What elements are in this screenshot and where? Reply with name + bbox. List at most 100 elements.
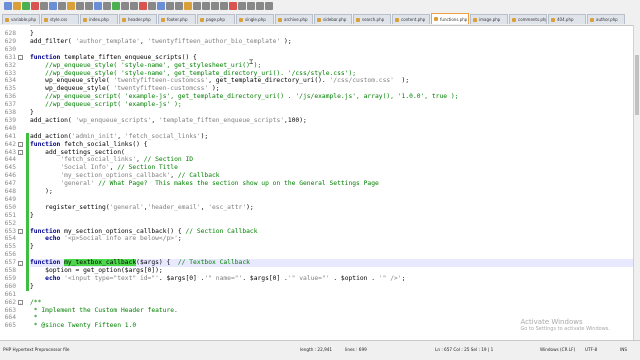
- file-tab[interactable]: style.css: [41, 14, 79, 24]
- code-line[interactable]: );: [30, 188, 634, 196]
- activate-windows-watermark: Activate Windows Go to Settings to activ…: [520, 318, 610, 332]
- code-line[interactable]: function my_section_options_callback() {…: [30, 228, 634, 236]
- fold-toggle-icon[interactable]: -: [18, 142, 23, 148]
- toolbar-button-icon[interactable]: [148, 2, 156, 10]
- code-line[interactable]: $option = get_option($args[0]);: [30, 267, 634, 275]
- toolbar-button-icon[interactable]: [58, 2, 66, 10]
- code-line[interactable]: }: [30, 30, 634, 38]
- toolbar-button-icon[interactable]: [49, 2, 57, 10]
- file-tab[interactable]: footer.php: [158, 14, 196, 24]
- toolbar-button-icon[interactable]: [85, 2, 93, 10]
- file-tab[interactable]: sidebar.php: [314, 14, 352, 24]
- file-tab[interactable]: page.php: [197, 14, 235, 24]
- file-tab[interactable]: archive.php: [275, 14, 313, 24]
- code-line[interactable]: 'general' // What Page? This makes the s…: [30, 180, 634, 188]
- toolbar-button-icon[interactable]: [256, 2, 264, 10]
- toolbar-button-icon[interactable]: [4, 2, 12, 10]
- toolbar-button-icon[interactable]: [193, 2, 201, 10]
- toolbar-button-icon[interactable]: [76, 2, 84, 10]
- file-tab[interactable]: functions.php: [431, 13, 469, 24]
- code-line[interactable]: add_settings_section(: [30, 149, 634, 157]
- toolbar-button-icon[interactable]: [130, 2, 138, 10]
- code-line[interactable]: /**: [30, 299, 634, 307]
- code-line[interactable]: * Implement the Custom Header feature.: [30, 307, 634, 315]
- file-tab[interactable]: image.php: [470, 14, 508, 24]
- code-line[interactable]: }: [30, 212, 634, 220]
- file-tab[interactable]: content.php: [392, 14, 430, 24]
- code-line[interactable]: add_filter( 'author_template', 'twentyfi…: [30, 38, 634, 46]
- fold-toggle-icon[interactable]: -: [18, 150, 23, 156]
- toolbar-button-icon[interactable]: [40, 2, 48, 10]
- file-tab-label: 404.php: [557, 17, 574, 22]
- code-line[interactable]: 'Social Info', // Section Title: [30, 164, 634, 172]
- toolbar-button-icon[interactable]: [265, 2, 273, 10]
- file-tab-label: variable.php: [11, 17, 37, 22]
- line-number: 660: [4, 282, 16, 290]
- fold-toggle-icon[interactable]: -: [18, 260, 23, 267]
- file-tab[interactable]: comments.php: [509, 14, 547, 24]
- toolbar-button-icon[interactable]: [121, 2, 129, 10]
- code-line[interactable]: //wp_dequeue_script( 'example-js' );: [30, 101, 634, 109]
- toolbar-button-icon[interactable]: [13, 2, 21, 10]
- toolbar-button-icon[interactable]: [139, 2, 147, 10]
- file-tab[interactable]: header.php: [119, 14, 157, 24]
- toolbar-button-icon[interactable]: [220, 2, 228, 10]
- toolbar-button-icon[interactable]: [211, 2, 219, 10]
- toolbar-button-icon[interactable]: [103, 2, 111, 10]
- vertical-scrollbar[interactable]: [633, 25, 640, 341]
- fold-toggle-icon[interactable]: -: [18, 55, 23, 61]
- file-tabs: variable.php style.css index.php header.php…: [0, 13, 640, 25]
- code-line[interactable]: [30, 125, 634, 133]
- watermark-subtitle: Go to Settings to activate Windows.: [520, 326, 610, 332]
- code-line[interactable]: [30, 220, 634, 228]
- code-line[interactable]: echo '<input type="text" id="'. $args[0]…: [30, 275, 634, 283]
- toolbar-button-icon[interactable]: [202, 2, 210, 10]
- mouse-cursor-icon: ⌶: [249, 58, 254, 66]
- code-line[interactable]: //wp_enqueue_script( 'example-js', get_t…: [30, 93, 634, 101]
- toolbar-button-icon[interactable]: [94, 2, 102, 10]
- line-number: 649: [4, 195, 16, 203]
- file-tab[interactable]: single.php: [236, 14, 274, 24]
- code-line[interactable]: }: [30, 243, 634, 251]
- toolbar-button-icon[interactable]: [247, 2, 255, 10]
- toolbar-button-icon[interactable]: [238, 2, 246, 10]
- code-line[interactable]: 'my_section_options_callback', // Callba…: [30, 172, 634, 180]
- toolbar-button-icon[interactable]: [166, 2, 174, 10]
- code-line[interactable]: add_action('admin_init', 'fetch_social_l…: [30, 133, 634, 141]
- line-number: 665: [4, 322, 16, 330]
- file-tab[interactable]: 404.php: [548, 14, 586, 24]
- code-line[interactable]: function fetch_social_links() {: [30, 141, 634, 149]
- code-line[interactable]: function my_textbox_callback($args) { //…: [30, 259, 634, 267]
- file-tab[interactable]: variable.php: [2, 14, 40, 24]
- toolbar-button-icon[interactable]: [229, 2, 237, 10]
- code-line[interactable]: echo '<p>Social info are below</p>';: [30, 235, 634, 243]
- toolbar-button-icon[interactable]: [184, 2, 192, 10]
- code-line[interactable]: [30, 46, 634, 54]
- code-line[interactable]: register_setting('general','header_email…: [30, 204, 634, 212]
- code-line[interactable]: function template_fiften_enqueue_scripts…: [30, 54, 634, 62]
- toolbar-button-icon[interactable]: [175, 2, 183, 10]
- file-tab[interactable]: search.php: [353, 14, 391, 24]
- toolbar-button-icon[interactable]: [67, 2, 75, 10]
- code-line[interactable]: 'fetch_social_links', // Section ID: [30, 156, 634, 164]
- code-line[interactable]: wp_dequeue_style( 'twentyfifteen-customc…: [30, 85, 634, 93]
- fold-toggle-icon[interactable]: -: [18, 300, 23, 306]
- code-line[interactable]: //wp_dequeue_style( 'style-name', get_te…: [30, 70, 634, 78]
- toolbar-button-icon[interactable]: [157, 2, 165, 10]
- code-line[interactable]: [30, 196, 634, 204]
- toolbar-button-icon[interactable]: [112, 2, 120, 10]
- file-tab[interactable]: index.php: [80, 14, 118, 24]
- code-line[interactable]: add_action( 'wp_enqueue_scripts', 'templ…: [30, 117, 634, 125]
- code-editor[interactable]: } add_filter( 'author_template', 'twentyf…: [30, 25, 634, 341]
- scroll-thumb[interactable]: [635, 55, 639, 115]
- code-line[interactable]: }: [30, 283, 634, 291]
- code-line[interactable]: }: [30, 109, 634, 117]
- toolbar-button-icon[interactable]: [31, 2, 39, 10]
- code-line[interactable]: [30, 251, 634, 259]
- toolbar-button-icon[interactable]: [22, 2, 30, 10]
- fold-toggle-icon[interactable]: -: [18, 229, 23, 235]
- code-line[interactable]: //wp_enqueue_style( 'style-name', get_st…: [30, 62, 634, 70]
- code-line[interactable]: wp_enqueue_style( 'twentyfifteen-customc…: [30, 77, 634, 85]
- code-line[interactable]: [30, 291, 634, 299]
- file-tab[interactable]: author.php: [587, 14, 625, 24]
